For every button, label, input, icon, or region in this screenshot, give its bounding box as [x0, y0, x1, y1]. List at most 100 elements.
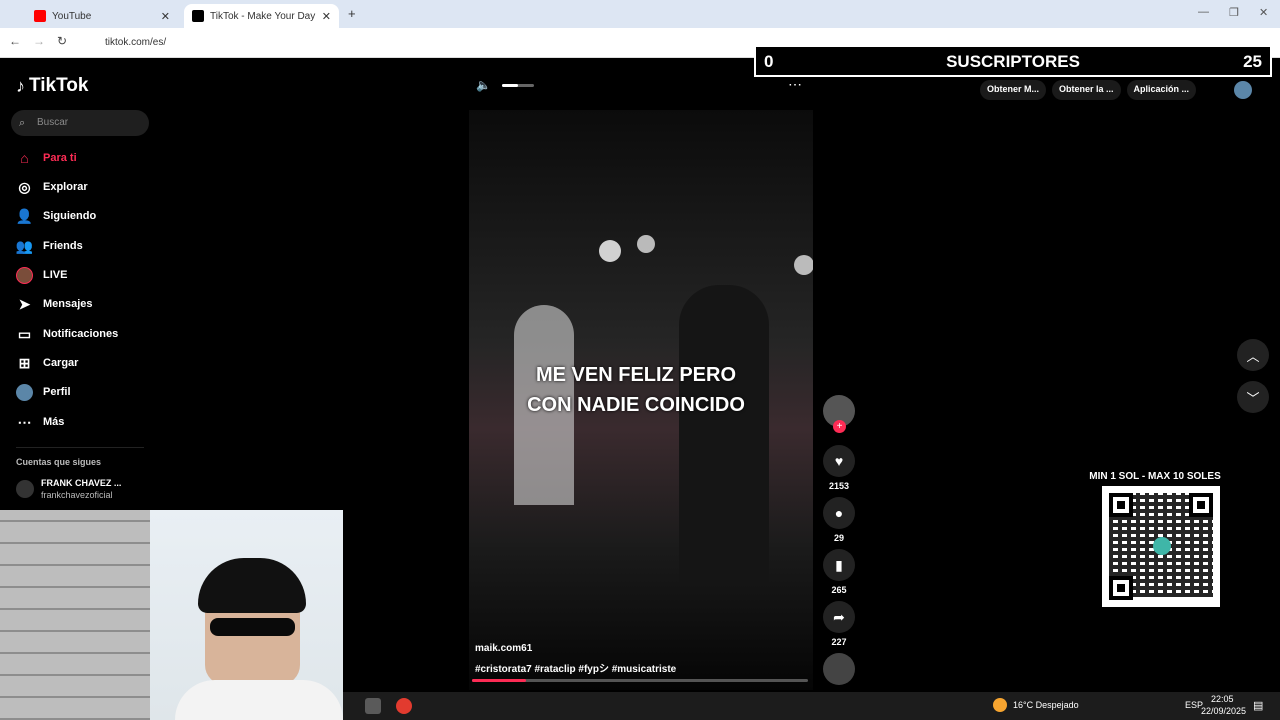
weather-icon — [993, 698, 1007, 712]
avatar[interactable] — [16, 480, 34, 498]
more-options-icon[interactable]: ⋯ — [788, 76, 802, 93]
sidebar-item-cargar[interactable]: ⊞ Cargar — [16, 352, 79, 374]
maximize-button[interactable]: ❐ — [1229, 6, 1239, 19]
stage-light — [637, 235, 655, 253]
sidebar-item-mas[interactable]: ⋯ Más — [16, 411, 65, 433]
sidebar-item-siguiendo[interactable]: 👤 Siguiendo — [16, 205, 96, 227]
tiktok-note-icon: ♪ — [16, 75, 25, 96]
sidebar-item-label: Mensajes — [43, 298, 93, 310]
sidebar-item-perfil[interactable]: Perfil — [16, 381, 71, 403]
webcam-wall — [0, 510, 150, 720]
share-button[interactable]: ➦ — [823, 601, 855, 633]
compass-icon: ◎ — [18, 178, 31, 195]
volume-slider[interactable] — [502, 84, 534, 87]
comment-icon: ● — [834, 505, 844, 521]
heart-icon: ♥ — [834, 453, 844, 469]
button-label: Obtener M... — [987, 84, 1040, 94]
notification-icon[interactable]: ▤ — [1253, 699, 1263, 712]
get-app-button[interactable]: Obtener la ... — [1052, 80, 1121, 100]
inbox-icon: ▭ — [17, 325, 32, 342]
search-input[interactable]: ⌕ Buscar — [11, 110, 149, 136]
sidebar-item-label: Perfil — [43, 386, 71, 398]
close-icon[interactable]: ✕ — [322, 10, 331, 23]
next-video-button[interactable]: ﹀ — [1237, 381, 1269, 413]
streamer-shirt — [175, 680, 343, 720]
donation-range: MIN 1 SOL - MAX 10 SOLES — [1089, 471, 1221, 482]
sidebar-item-notificaciones[interactable]: ▭ Notificaciones — [16, 323, 118, 345]
sidebar-item-friends[interactable]: 👥 Friends — [16, 235, 83, 257]
like-count: 2153 — [828, 481, 850, 491]
tab-youtube[interactable]: YouTube ✕ — [26, 4, 178, 28]
sunglasses — [210, 618, 295, 636]
share-count: 227 — [831, 637, 847, 647]
app-icon[interactable] — [365, 698, 381, 714]
close-icon[interactable]: ✕ — [161, 10, 170, 23]
video-progress-bar[interactable] — [472, 679, 808, 682]
yape-logo-icon — [1153, 537, 1171, 555]
music-disc[interactable] — [823, 653, 855, 685]
performer — [679, 285, 769, 585]
tab-tiktok[interactable]: TikTok - Make Your Day ✕ — [184, 4, 339, 28]
sidebar-item-label: Siguiendo — [43, 210, 97, 222]
sidebar-item-live[interactable]: LIVE — [16, 264, 67, 286]
stage-light — [599, 240, 621, 262]
qr-finder — [1109, 576, 1133, 600]
share-icon: ➦ — [833, 608, 845, 625]
following-username[interactable]: frankchavezoficial — [41, 490, 113, 500]
tiktok-logo[interactable]: ♪ TikTok — [16, 75, 88, 97]
divider — [16, 447, 144, 448]
close-window-button[interactable]: ✕ — [1259, 6, 1268, 19]
os-taskbar: 16°C Despejado ESP 22:05 22/09/2025 ▤ — [343, 692, 1280, 720]
subs-current: 0 — [764, 52, 774, 71]
following-header: Cuentas que sigues — [16, 457, 102, 467]
minimize-button[interactable]: — — [1198, 6, 1209, 18]
sidebar-item-para-ti[interactable]: ⌂ Para ti — [16, 147, 76, 169]
sidebar-item-label: Más — [43, 416, 65, 428]
save-button[interactable]: ▮ — [823, 549, 855, 581]
following-name[interactable]: FRANK CHAVEZ ... — [41, 478, 121, 488]
upload-icon: ⊞ — [18, 354, 31, 371]
clock-date[interactable]: 22/09/2025 — [1201, 706, 1246, 716]
video-caption: ME VEN FELIZ PERO CON NADIE COINCIDO — [469, 360, 803, 420]
desktop-app-button[interactable]: Aplicación ... — [1126, 80, 1197, 100]
volume-level — [502, 84, 518, 87]
profile-avatar[interactable] — [1234, 81, 1252, 99]
search-placeholder: Buscar — [37, 117, 69, 128]
button-label: Aplicación ... — [1133, 84, 1190, 94]
send-icon: ➤ — [18, 295, 31, 312]
live-icon — [16, 266, 33, 284]
previous-video-button[interactable]: ︿ — [1237, 339, 1269, 371]
follow-plus-icon[interactable]: + — [833, 420, 846, 433]
forward-icon[interactable]: → — [33, 34, 45, 48]
qr-finder — [1109, 493, 1133, 517]
avatar-icon — [16, 383, 33, 401]
weather-text[interactable]: 16°C Despejado — [1013, 700, 1079, 710]
tab-label: YouTube — [52, 10, 92, 22]
tiktok-icon — [192, 10, 204, 22]
like-button[interactable]: ♥ — [823, 445, 855, 477]
chevron-up-icon: ︿ — [1246, 348, 1260, 364]
reload-icon[interactable]: ↻ — [57, 34, 67, 48]
back-icon[interactable]: ← — [9, 34, 21, 48]
video-hashtags[interactable]: #cristorata7 #rataclip #fypシ #musicatris… — [475, 660, 676, 675]
comment-button[interactable]: ● — [823, 497, 855, 529]
video-progress-fill — [472, 679, 526, 682]
sidebar-item-explorar[interactable]: ◎ Explorar — [16, 176, 87, 198]
clock-time[interactable]: 22:05 — [1211, 694, 1234, 704]
video-author[interactable]: maik.com61 — [475, 643, 532, 654]
button-label: Obtener la ... — [1059, 84, 1114, 94]
sidebar-item-label: Friends — [43, 240, 83, 252]
get-coins-button[interactable]: Obtener M... — [980, 80, 1047, 100]
top-actions: Obtener M... Obtener la ... Aplicación .… — [980, 80, 1197, 100]
volume-icon[interactable]: 🔈 — [476, 78, 491, 92]
sidebar-item-mensajes[interactable]: ➤ Mensajes — [16, 293, 93, 315]
more-icon: ⋯ — [17, 413, 32, 430]
subscriber-goal-overlay: SUSCRIPTORES 0 25 — [754, 45, 1272, 77]
tab-label: TikTok - Make Your Day — [210, 10, 316, 22]
youtube-icon — [34, 10, 46, 22]
stage-light — [794, 255, 813, 275]
url-text: tiktok.com/es/ — [105, 37, 167, 48]
app-icon[interactable] — [396, 698, 412, 714]
new-tab-button[interactable]: + — [348, 6, 356, 21]
sidebar-item-label: LIVE — [43, 269, 68, 281]
